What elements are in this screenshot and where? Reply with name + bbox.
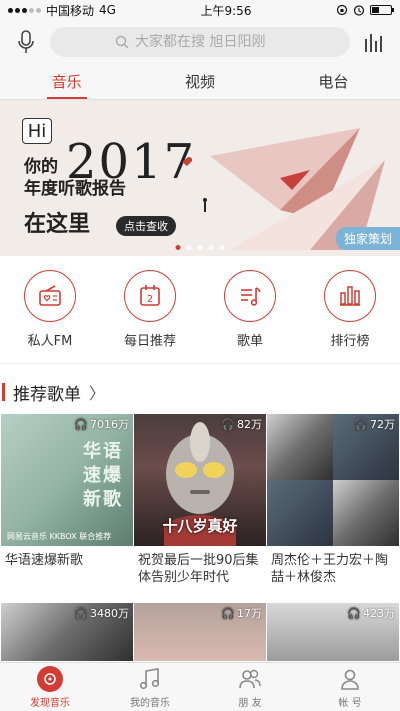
top-header bbox=[0, 20, 400, 64]
quick-label: 歌单 bbox=[236, 334, 263, 349]
section-title: 推荐歌单 bbox=[13, 384, 81, 405]
playlist-card[interactable]: 🎧 3480万 bbox=[1, 603, 133, 661]
quick-daily-recommend[interactable]: 2 每日推荐 bbox=[100, 256, 200, 363]
quick-label: 私人FM bbox=[27, 334, 73, 349]
tab-music[interactable]: 音乐 bbox=[0, 64, 133, 99]
friends-icon bbox=[239, 669, 261, 688]
promo-banner[interactable]: Hi 你的 2017 年度听歌报告 在这里 点击查收 独家策划 bbox=[0, 100, 400, 256]
battery-icon bbox=[370, 5, 394, 15]
quick-label: 每日推荐 bbox=[123, 334, 176, 349]
playlist-card[interactable]: 🎧 72万 周杰伦＋王力宏＋陶喆＋林俊杰 bbox=[267, 414, 399, 598]
chart-icon bbox=[340, 286, 360, 306]
account-icon bbox=[341, 669, 359, 690]
banner-hi: Hi bbox=[22, 118, 52, 144]
playlist-cover: 🎧 7016万 华语 速爆 新歌 网易云音乐 KKBOX 联合推荐 bbox=[1, 414, 133, 546]
microphone-icon bbox=[18, 30, 34, 53]
carrier-label: 中国移动 bbox=[46, 3, 95, 18]
cover-caption: 十八岁真好 bbox=[162, 517, 238, 535]
music-disc-icon bbox=[37, 665, 63, 692]
radio-icon bbox=[39, 285, 61, 306]
calendar-day: 2 bbox=[147, 294, 153, 305]
playlist-cover: 🎧 82万 十八岁真好 bbox=[134, 414, 266, 546]
cover-text: 华语 速爆 新歌 bbox=[83, 441, 123, 510]
rotation-lock-icon bbox=[336, 4, 348, 16]
signal-icon bbox=[8, 7, 41, 13]
recommended-playlists-header[interactable]: 推荐歌单 〉 bbox=[0, 370, 400, 414]
nav-label: 帐 号 bbox=[338, 697, 362, 709]
play-count: 🎧 17万 bbox=[221, 606, 262, 621]
headphones-icon: 🎧 bbox=[347, 606, 361, 620]
banner-pagination bbox=[175, 245, 225, 250]
playlist-cover: 🎧 423万 bbox=[267, 603, 399, 661]
headphones-icon: 🎧 bbox=[354, 417, 368, 431]
search-input[interactable] bbox=[135, 34, 285, 50]
nav-label: 发现音乐 bbox=[30, 697, 70, 709]
play-count: 🎧 72万 bbox=[354, 417, 395, 432]
microphone-button[interactable] bbox=[12, 28, 40, 56]
chevron-right-icon: 〉 bbox=[89, 384, 106, 403]
tab-video[interactable]: 视频 bbox=[133, 64, 266, 99]
playlist-card[interactable]: 🎧 7016万 华语 速爆 新歌 网易云音乐 KKBOX 联合推荐 华语速爆新歌 bbox=[1, 414, 133, 598]
playlist-card[interactable]: 🎧 17万 bbox=[134, 603, 266, 661]
nav-friends[interactable]: 朋 友 bbox=[200, 663, 300, 711]
quick-entries: 私人FM 2 每日推荐 歌单 排行榜 bbox=[0, 256, 400, 364]
banner-check-button[interactable]: 点击查收 bbox=[116, 216, 176, 236]
playlist-cover: 🎧 3480万 bbox=[1, 603, 133, 661]
music-note-icon bbox=[139, 667, 160, 689]
playlist-title: 周杰伦＋王力宏＋陶喆＋林俊杰 bbox=[271, 553, 389, 585]
exclusive-tag: 独家策划 bbox=[335, 227, 400, 250]
section-accent bbox=[2, 383, 5, 401]
playlist-card[interactable]: 🎧 82万 十八岁真好 祝贺最后一批90后集体告别少年时代 bbox=[134, 414, 266, 598]
search-bar[interactable] bbox=[50, 27, 350, 57]
quick-charts[interactable]: 排行榜 bbox=[300, 256, 400, 363]
headphones-icon: 🎧 bbox=[74, 417, 88, 431]
nav-label: 朋 友 bbox=[238, 697, 262, 709]
alarm-icon bbox=[353, 5, 365, 16]
tab-radio[interactable]: 电台 bbox=[267, 64, 400, 99]
playlist-cover: 🎧 72万 bbox=[267, 414, 399, 546]
headphones-icon: 🎧 bbox=[221, 417, 235, 431]
nav-discover[interactable]: 发现音乐 bbox=[0, 663, 100, 711]
quick-label: 排行榜 bbox=[330, 334, 370, 349]
play-count: 🎧 7016万 bbox=[74, 417, 129, 432]
playlist-cover: 🎧 17万 bbox=[134, 603, 266, 661]
playlist-grid: 🎧 7016万 华语 速爆 新歌 网易云音乐 KKBOX 联合推荐 华语速爆新歌 🎧 8… bbox=[0, 414, 400, 598]
search-icon bbox=[115, 35, 129, 49]
play-count: 🎧 82万 bbox=[221, 417, 262, 432]
playlist-card[interactable]: 🎧 423万 bbox=[267, 603, 399, 661]
cover-foot: 网易云音乐 KKBOX 联合推荐 bbox=[7, 532, 112, 541]
play-count: 🎧 3480万 bbox=[74, 606, 129, 621]
playlist-grid: 🎧 3480万 🎧 17万 🎧 423万 bbox=[0, 603, 400, 661]
status-bar: 中国移动 4G 上午9:56 bbox=[0, 0, 400, 20]
nav-label: 我的音乐 bbox=[130, 697, 170, 709]
playlist-title: 祝贺最后一批90后集体告别少年时代 bbox=[138, 553, 259, 585]
quick-playlist[interactable]: 歌单 bbox=[200, 256, 300, 363]
headphones-icon: 🎧 bbox=[74, 606, 88, 620]
network-label: 4G bbox=[99, 3, 116, 17]
banner-line3: 在这里 bbox=[24, 212, 91, 237]
bottom-nav: 发现音乐 我的音乐 朋 友 帐 号 bbox=[0, 662, 400, 711]
nav-account[interactable]: 帐 号 bbox=[300, 663, 400, 711]
banner-line2: 年度听歌报告 bbox=[24, 179, 126, 199]
calendar-icon: 2 bbox=[140, 285, 160, 306]
clock: 上午9:56 bbox=[200, 3, 252, 18]
quick-private-fm[interactable]: 私人FM bbox=[0, 256, 100, 363]
playlist-title: 华语速爆新歌 bbox=[5, 553, 84, 568]
play-count: 🎧 423万 bbox=[347, 606, 395, 621]
now-playing-button[interactable] bbox=[360, 28, 388, 56]
headphones-icon: 🎧 bbox=[221, 606, 235, 620]
nav-my-music[interactable]: 我的音乐 bbox=[100, 663, 200, 711]
equalizer-icon bbox=[365, 34, 382, 52]
content-tabs: 音乐 视频 电台 bbox=[0, 64, 400, 100]
playlist-icon bbox=[241, 287, 261, 306]
